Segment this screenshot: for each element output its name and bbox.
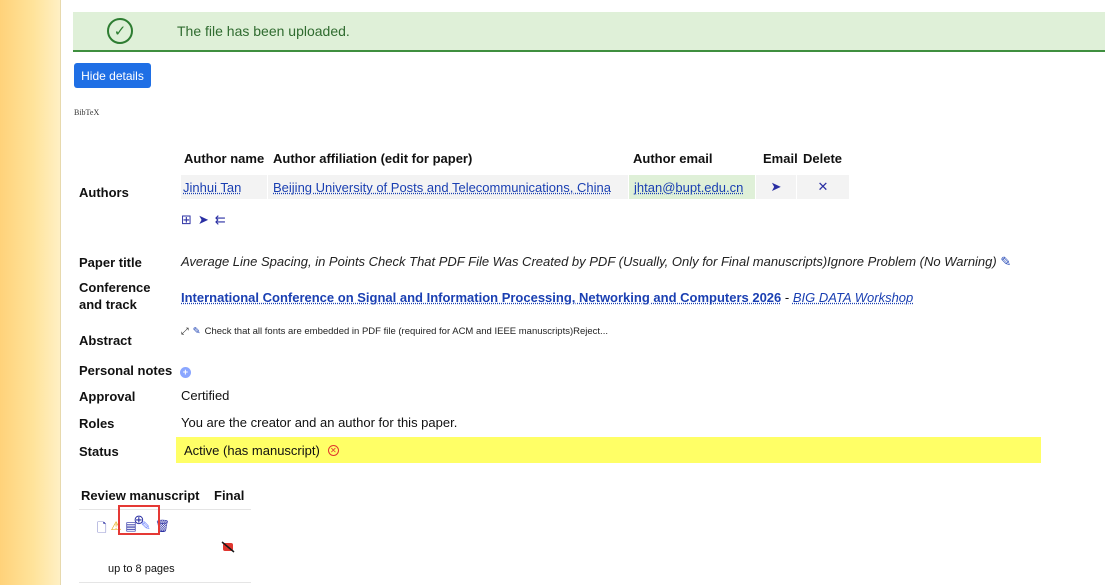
page-limit-note: up to 8 pages [108, 563, 175, 575]
remove-author-icon[interactable]: ✕ [797, 175, 849, 199]
conference-value: International Conference on Signal and I… [181, 290, 914, 305]
paper-title-text: Average Line Spacing, in Points Check Th… [181, 254, 997, 269]
alert-message: The file has been uploaded. [177, 23, 350, 39]
reply-all-icon[interactable]: ⇇ [215, 212, 226, 228]
authors-label: Authors [79, 185, 129, 200]
track-link[interactable]: BIG DATA Workshop [793, 290, 913, 305]
upload-icon[interactable]: ⊕ [118, 505, 160, 535]
status-value: Active (has manuscript) [184, 442, 320, 458]
left-gutter [0, 0, 61, 585]
send-email-icon[interactable]: ➤ [756, 175, 796, 199]
pdf-icon[interactable]: 🗋 [97, 519, 107, 540]
main-content: ✓ The file has been uploaded. Hide detai… [61, 0, 1105, 585]
roles-label: Roles [79, 416, 115, 431]
status-label: Status [79, 444, 119, 459]
bibtex-link[interactable]: BibTeX [74, 108, 99, 117]
status-bar: Active (has manuscript) ✕ [176, 437, 1041, 463]
email-header: Email [763, 151, 798, 166]
abstract-text: Check that all fonts are embedded in PDF… [204, 326, 608, 337]
check-circle-icon: ✓ [107, 18, 133, 44]
author-affiliation-link[interactable]: Beijing University of Posts and Telecomm… [273, 180, 611, 195]
personal-notes-text: Personal notes [79, 363, 173, 378]
conference-link[interactable]: International Conference on Signal and I… [181, 290, 781, 305]
delete-header: Delete [803, 151, 843, 166]
author-name-link[interactable]: Jinhui Tan [183, 180, 241, 195]
success-alert: ✓ The file has been uploaded. [73, 12, 1105, 52]
personal-notes-label: Personal notes + [79, 362, 191, 379]
roles-value: You are the creator and an author for th… [181, 415, 458, 430]
add-author-icon[interactable]: ⊞ [181, 212, 192, 228]
author-affiliation-header: Author affiliation (edit for paper) [273, 151, 473, 166]
conference-label-line1: Conference [79, 280, 151, 295]
author-affiliation-cell: Beijing University of Posts and Telecomm… [268, 175, 628, 199]
abstract-label: Abstract [79, 333, 132, 348]
expand-icon[interactable]: ⤢ [181, 326, 189, 337]
author-name-cell: Jinhui Tan [181, 175, 267, 199]
add-note-icon[interactable]: + [179, 367, 191, 378]
conference-label-line2: and track [79, 297, 137, 312]
author-email-header: Author email [633, 151, 713, 166]
paper-title-value: Average Line Spacing, in Points Check Th… [181, 254, 1011, 270]
edit-abstract-icon[interactable]: ✎ [193, 326, 201, 337]
conference-label: Conference and track [79, 279, 151, 313]
abstract-value: ⤢ ✎ Check that all fonts are embedded in… [181, 326, 608, 337]
withdraw-icon[interactable]: ✕ [327, 444, 339, 456]
send-all-icon[interactable]: ➤ [198, 212, 209, 228]
author-email-link[interactable]: jhtan@bupt.edu.cn [634, 180, 743, 195]
paper-title-label: Paper title [79, 255, 142, 270]
approval-label: Approval [79, 389, 136, 404]
author-actions: ⊞ ➤ ⇇ [181, 212, 226, 228]
author-email-cell: jhtan@bupt.edu.cn [629, 175, 755, 199]
review-manuscript-header: Review manuscript [81, 488, 200, 503]
hide-details-button[interactable]: Hide details [74, 63, 151, 88]
edit-title-icon[interactable]: ✎ [1000, 254, 1011, 269]
no-final-upload-icon [221, 541, 235, 553]
author-name-header: Author name [184, 151, 265, 166]
approval-value: Certified [181, 388, 230, 403]
final-header: Final [214, 488, 245, 503]
